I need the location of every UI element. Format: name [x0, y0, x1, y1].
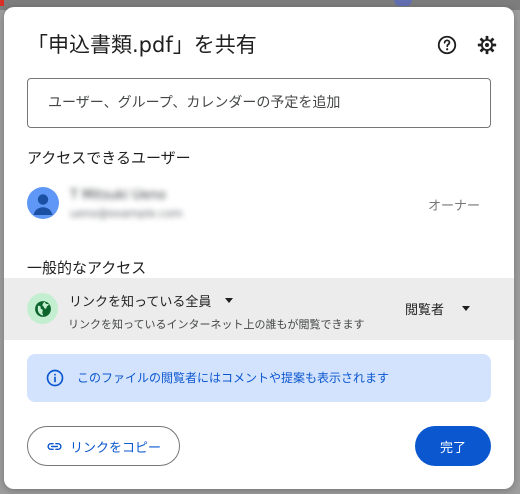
owner-email: ueno@example.com	[70, 207, 183, 220]
copy-link-button[interactable]: リンクをコピー	[27, 426, 180, 466]
gear-icon[interactable]	[476, 34, 498, 56]
copy-link-label: リンクをコピー	[69, 440, 161, 456]
info-banner: このファイルの閲覧者にはコメントや提案も表示されます	[27, 354, 491, 402]
info-banner-text: このファイルの閲覧者にはコメントや提案も表示されます	[77, 371, 390, 385]
link-scope-description: リンクを知っているインターネット上の誰もが閲覧できます	[68, 318, 365, 331]
owner-row: T Mitsuki Ueno ueno@example.com オーナー	[27, 187, 491, 223]
link-scope-dropdown[interactable]: リンクを知っている全員	[69, 291, 234, 310]
globe-icon	[27, 293, 58, 324]
done-button[interactable]: 完了	[415, 426, 491, 466]
background-avatar	[394, 0, 412, 6]
link-icon	[46, 438, 63, 455]
owner-role-label: オーナー	[427, 199, 480, 214]
background-app-icon	[0, 0, 4, 6]
person-icon	[27, 187, 59, 219]
add-people-input[interactable]	[27, 78, 491, 128]
chevron-down-icon	[225, 298, 234, 303]
link-scope-label: リンクを知っている全員	[69, 295, 212, 310]
dialog-title: 「申込書類.pdf」を共有	[27, 33, 257, 57]
chevron-down-icon	[462, 306, 471, 311]
owner-name: T Mitsuki Ueno	[70, 188, 166, 203]
general-access-heading: 一般的なアクセス	[27, 259, 147, 277]
link-role-dropdown[interactable]: 閲覧者	[405, 299, 471, 318]
done-label: 完了	[439, 440, 466, 456]
general-access-row: リンクを知っている全員 リンクを知っているインターネット上の誰もが閲覧できます …	[4, 278, 514, 340]
link-role-label: 閲覧者	[405, 303, 445, 318]
share-dialog: 「申込書類.pdf」を共有 アクセスできるユーザー	[4, 7, 514, 489]
help-circle-icon[interactable]	[436, 34, 458, 56]
info-icon	[45, 368, 65, 388]
people-with-access-heading: アクセスできるユーザー	[27, 149, 191, 167]
